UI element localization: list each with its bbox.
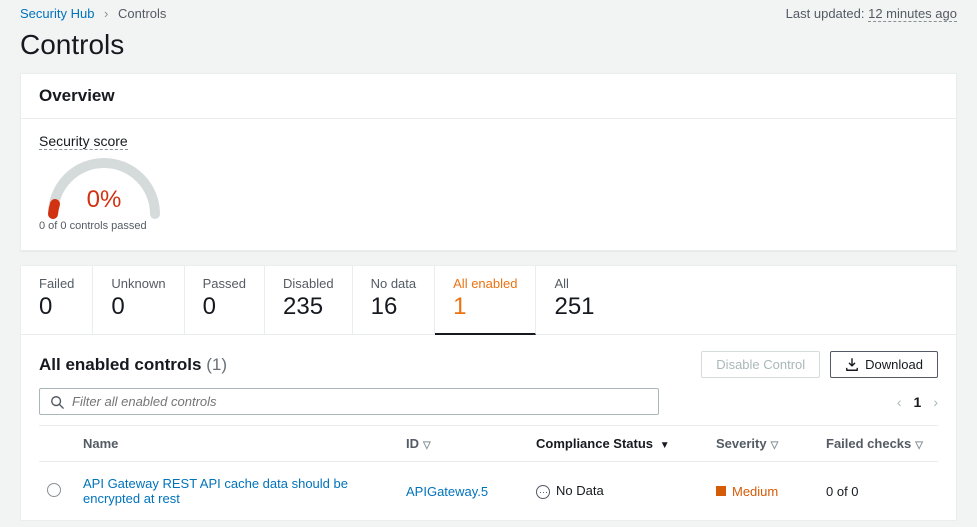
- controls-list-panel: All enabled controls (1) Disable Control…: [20, 335, 957, 521]
- search-icon: [50, 395, 64, 409]
- filter-input[interactable]: [72, 394, 648, 409]
- control-id-link[interactable]: APIGateway.5: [406, 484, 488, 499]
- overview-panel: Overview Security score 0% 0 of 0 contro…: [20, 73, 957, 251]
- col-severity[interactable]: Severity▽: [708, 426, 818, 462]
- severity-value: Medium: [732, 484, 778, 499]
- tab-all-enabled[interactable]: All enabled 1: [435, 266, 536, 335]
- control-name-link[interactable]: API Gateway REST API cache data should b…: [83, 476, 348, 506]
- row-select-radio[interactable]: [47, 483, 61, 497]
- download-button[interactable]: Download: [830, 351, 938, 378]
- security-score-value: 0%: [39, 186, 169, 214]
- filter-input-wrap[interactable]: [39, 388, 659, 415]
- sort-icon: ▼: [657, 440, 670, 451]
- col-compliance[interactable]: Compliance Status ▼: [528, 426, 708, 462]
- tab-no-data[interactable]: No data 16: [353, 266, 436, 334]
- controls-table: Name ID▽ Compliance Status ▼ Severity▽ F…: [39, 425, 938, 520]
- security-score-gauge: 0%: [39, 156, 169, 220]
- pagination: ‹ 1 ›: [897, 394, 938, 410]
- next-page-icon[interactable]: ›: [933, 394, 938, 410]
- tab-failed[interactable]: Failed 0: [21, 266, 93, 334]
- no-data-icon: ⋯: [536, 485, 550, 499]
- severity-icon: [716, 486, 726, 496]
- tab-disabled[interactable]: Disabled 235: [265, 266, 353, 334]
- download-icon: [845, 358, 859, 372]
- failed-checks-value: 0 of 0: [826, 484, 859, 499]
- tab-passed[interactable]: Passed 0: [185, 266, 265, 334]
- col-failed-checks[interactable]: Failed checks▽: [818, 426, 938, 462]
- breadcrumb-root[interactable]: Security Hub: [20, 6, 94, 21]
- chevron-right-icon: ›: [104, 6, 108, 21]
- list-title: All enabled controls (1): [39, 355, 227, 375]
- last-updated: Last updated: 12 minutes ago: [786, 6, 957, 21]
- tab-all[interactable]: All 251: [536, 266, 612, 334]
- breadcrumb: Security Hub › Controls: [20, 6, 166, 21]
- security-score-label: Security score: [39, 133, 128, 150]
- prev-page-icon[interactable]: ‹: [897, 394, 902, 410]
- sort-icon: ▽: [915, 440, 923, 451]
- tab-unknown[interactable]: Unknown 0: [93, 266, 184, 334]
- sort-icon: ▽: [771, 440, 779, 451]
- col-id[interactable]: ID▽: [398, 426, 528, 462]
- table-row[interactable]: API Gateway REST API cache data should b…: [39, 462, 938, 521]
- page-title: Controls: [0, 25, 977, 73]
- security-score-sub: 0 of 0 controls passed: [39, 220, 938, 232]
- compliance-status: No Data: [556, 483, 604, 498]
- status-tabs: Failed 0 Unknown 0 Passed 0 Disabled 235…: [20, 265, 957, 335]
- page-number: 1: [914, 394, 922, 410]
- sort-icon: ▽: [423, 440, 431, 451]
- disable-control-button[interactable]: Disable Control: [701, 351, 820, 378]
- breadcrumb-current: Controls: [118, 6, 166, 21]
- overview-heading: Overview: [21, 74, 956, 119]
- col-name[interactable]: Name: [75, 426, 398, 462]
